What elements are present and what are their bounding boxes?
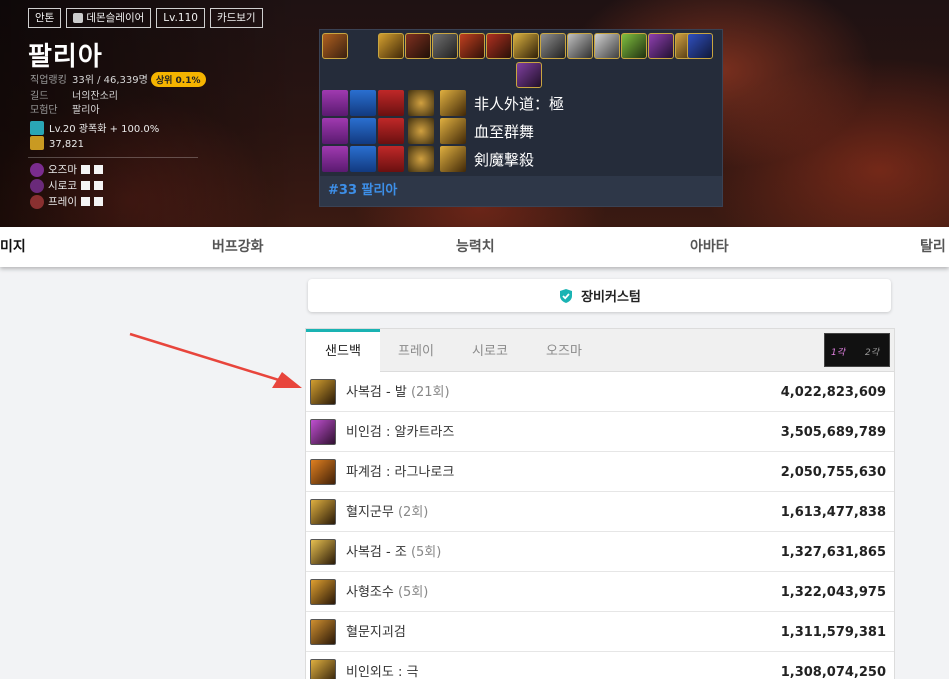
- tab-ozma[interactable]: 오즈마: [530, 329, 598, 372]
- tab-stats[interactable]: 능력치: [456, 227, 495, 267]
- awakening-2-label: 2각: [865, 348, 880, 358]
- emblem-purple-icon: [322, 118, 348, 144]
- tab-damage[interactable]: 미지: [0, 227, 26, 267]
- ring-icon[interactable]: [594, 33, 620, 59]
- fame-row: 37,821: [30, 136, 84, 150]
- awakening-toggle[interactable]: 1각 2각: [824, 333, 890, 367]
- skill-ragnarok-icon: [310, 459, 336, 485]
- class-icon: [73, 13, 84, 23]
- emblem-blue-icon: [350, 146, 376, 172]
- card-footer: #33 팔리아: [320, 176, 722, 206]
- top-armor-icon[interactable]: [405, 33, 431, 59]
- rune-icon: [408, 146, 434, 172]
- awaken-icon: [30, 121, 44, 135]
- damage-row[interactable]: 비인검 : 알카트라즈 3,505,689,789: [306, 413, 894, 452]
- head-armor-icon[interactable]: [432, 33, 458, 59]
- damage-row[interactable]: 사형조수 (5회) 1,322,043,975: [306, 573, 894, 612]
- raid-siroco: 시로코: [30, 178, 103, 193]
- damage-row[interactable]: 사복검 - 조 (5회) 1,327,631,865: [306, 533, 894, 572]
- weapon-icon[interactable]: [322, 33, 348, 59]
- extra-equip-icon[interactable]: [516, 62, 542, 88]
- character-card[interactable]: 非人外道：極 血至群舞 剣魔撃殺 #33 팔리아: [319, 29, 723, 207]
- emblem-red-icon: [378, 90, 404, 116]
- engrave-skill-icon: [440, 118, 466, 144]
- skill-inhuman-icon: [310, 659, 336, 679]
- emblem-purple-icon: [322, 90, 348, 116]
- engraving-label: 非人外道：極: [474, 95, 565, 113]
- skill-chain-blade-icon: [310, 379, 336, 405]
- engrave-skill-icon: [440, 90, 466, 116]
- fame-icon: [30, 136, 44, 150]
- info-divider: [28, 157, 198, 158]
- raid-prey: 프레이: [30, 194, 103, 209]
- rune-icon: [408, 118, 434, 144]
- tab-talisman[interactable]: 탈리: [920, 227, 946, 267]
- tab-prey[interactable]: 프레이: [382, 329, 450, 372]
- emblem-blue-icon: [350, 90, 376, 116]
- awakening-1-label: 1각: [831, 348, 846, 358]
- character-tags: 안톤 데몬슬레이어 Lv.110 카드보기: [28, 8, 263, 28]
- tab-buff[interactable]: 버프강화: [212, 227, 264, 267]
- rank-badge: 상위 0.1%: [150, 72, 206, 87]
- character-name: 팔리아: [28, 41, 103, 71]
- belt-icon[interactable]: [513, 33, 539, 59]
- class-tag[interactable]: 데몬슬레이어: [66, 8, 152, 28]
- damage-row[interactable]: 혈지군무 (2회) 1,613,477,838: [306, 493, 894, 532]
- nav-tabbar: 미지 버프강화 능력치 아바타 탈리: [0, 227, 949, 267]
- tab-avatar[interactable]: 아바타: [690, 227, 729, 267]
- rank-row: 직업랭킹 33위 / 46,339명 상위 0.1%: [30, 71, 206, 87]
- adventure-row: 모험단 팔리아: [30, 105, 100, 116]
- skill-alcatraz-icon: [310, 419, 336, 445]
- engraving-label: 血至群舞: [474, 123, 535, 141]
- damage-row[interactable]: 혈문지괴검 1,311,579,381: [306, 613, 894, 652]
- necklace-icon[interactable]: [540, 33, 566, 59]
- engrave-skill-icon: [440, 146, 466, 172]
- rune-icon: [408, 90, 434, 116]
- damage-panel: 샌드백 프레이 시로코 오즈마 1각 2각 사복검 - 발 (21회) 4,02…: [305, 328, 895, 679]
- prey-icon: [30, 194, 44, 209]
- damage-row[interactable]: 비인외도 : 극 1,308,074,250: [306, 653, 894, 679]
- guild-row: 길드 너의잔소리: [30, 91, 118, 102]
- emblem-red-icon: [378, 118, 404, 144]
- shield-check-icon: [560, 288, 573, 303]
- damage-row[interactable]: 파계검 : 라그나로크 2,050,755,630: [306, 453, 894, 492]
- title-icon[interactable]: [378, 33, 404, 59]
- emblem-purple-icon: [322, 146, 348, 172]
- magicstone-icon[interactable]: [648, 33, 674, 59]
- bottom-armor-icon[interactable]: [459, 33, 485, 59]
- bracelet-icon[interactable]: [567, 33, 593, 59]
- equipment-custom-button[interactable]: 장비커스텀: [308, 279, 891, 312]
- skill-blood-dance-icon: [310, 499, 336, 525]
- damage-tabs: 샌드백 프레이 시로코 오즈마 1각 2각: [306, 329, 894, 373]
- siroco-icon: [30, 178, 44, 193]
- emblem-red-icon: [378, 146, 404, 172]
- subequip-icon[interactable]: [621, 33, 647, 59]
- engraving-label: 剣魔撃殺: [474, 151, 535, 169]
- server-tag[interactable]: 안톤: [28, 8, 62, 28]
- shoes-icon[interactable]: [486, 33, 512, 59]
- card-view-button[interactable]: 카드보기: [209, 8, 263, 28]
- skill-chain-claw-icon: [310, 539, 336, 565]
- skill-serpent-icon: [310, 579, 336, 605]
- skill-blood-gate-icon: [310, 619, 336, 645]
- damage-row[interactable]: 사복검 - 발 (21회) 4,022,823,609: [306, 373, 894, 412]
- awaken-row: Lv.20 광폭화 + 100.0%: [30, 120, 159, 135]
- level-tag[interactable]: Lv.110: [156, 8, 205, 28]
- tab-sandbag[interactable]: 샌드백: [306, 329, 380, 373]
- raid-ozma: 오즈마: [30, 162, 103, 177]
- tab-siroco[interactable]: 시로코: [456, 329, 524, 372]
- equipment-custom-label: 장비커스텀: [581, 290, 641, 305]
- character-banner: 안톤 데몬슬레이어 Lv.110 카드보기 팔리아 직업랭킹 33위 / 46,3…: [0, 0, 949, 227]
- ozma-icon: [30, 162, 44, 177]
- aura-icon[interactable]: [687, 33, 713, 59]
- emblem-blue-icon: [350, 118, 376, 144]
